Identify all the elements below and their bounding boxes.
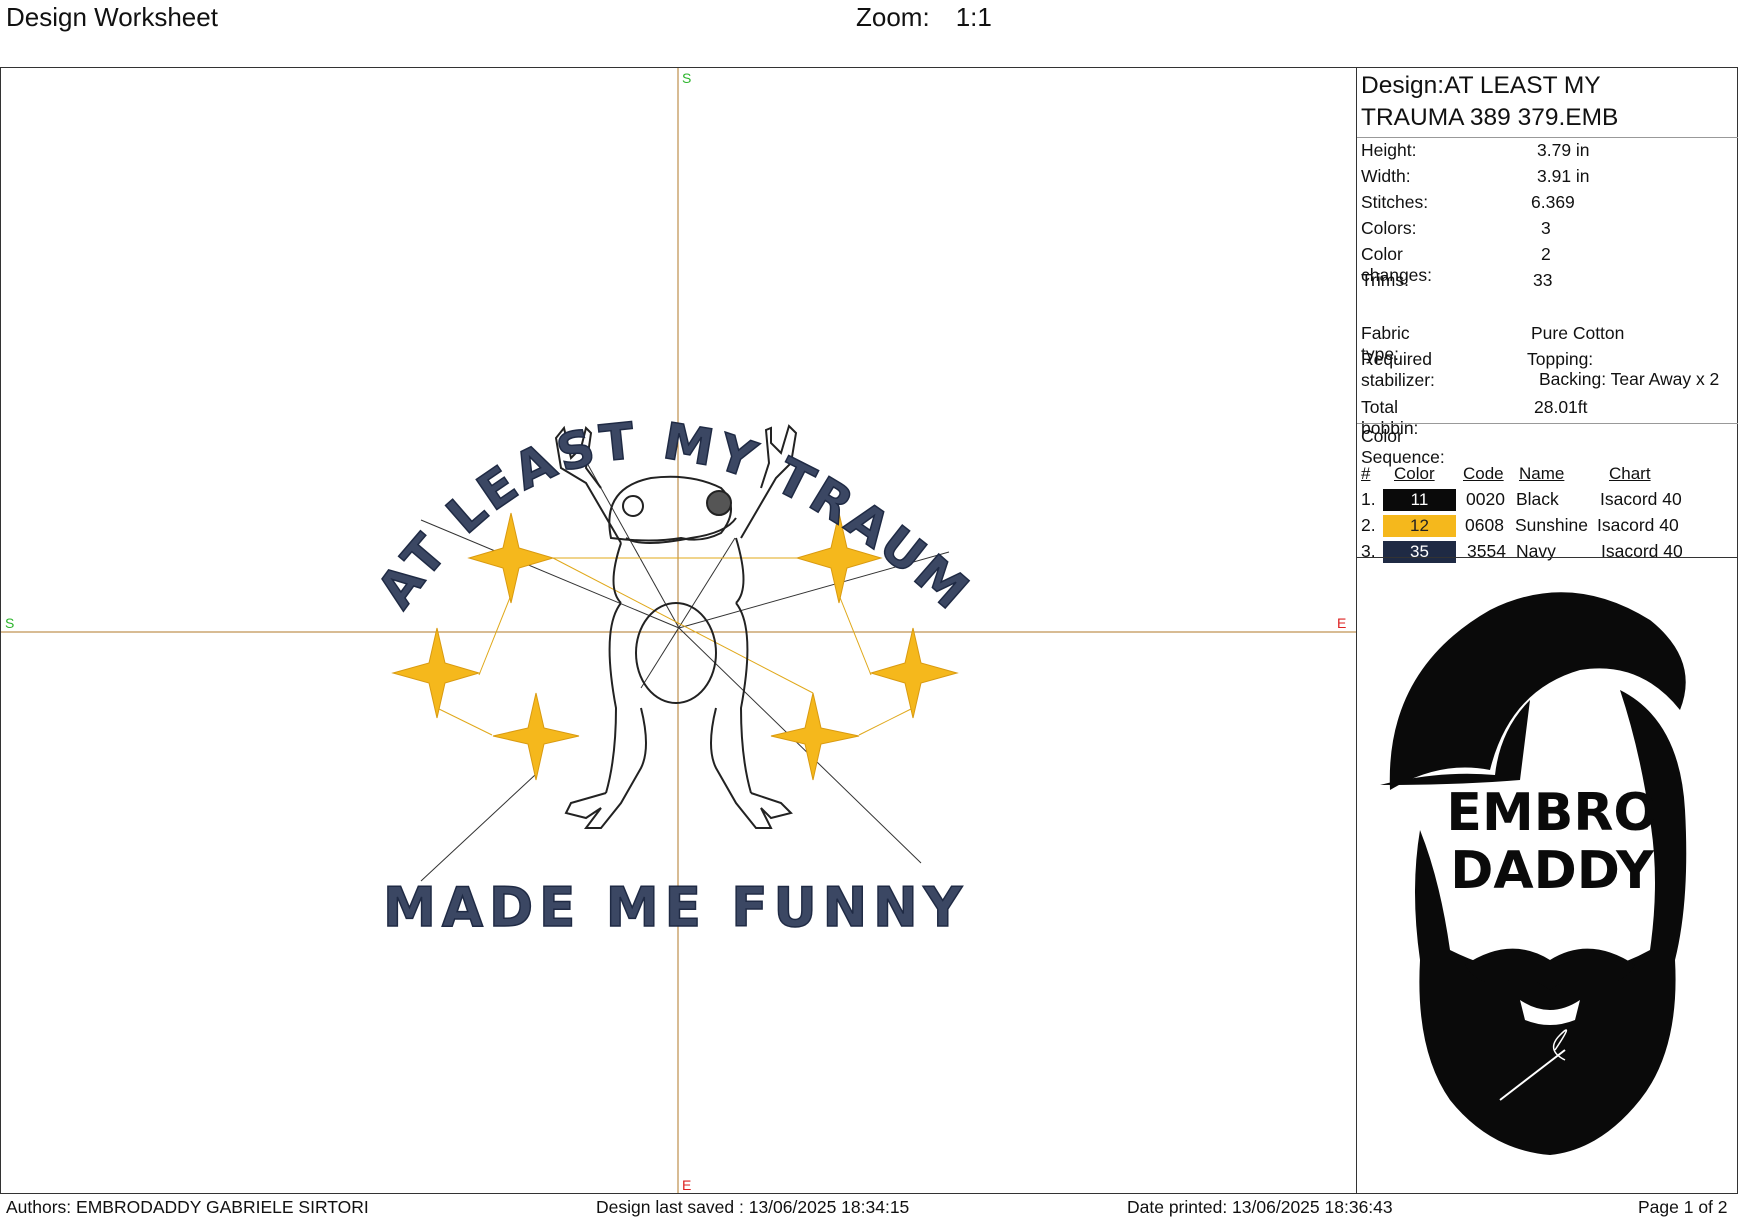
info-separator	[1357, 137, 1738, 138]
seq-code: 3554	[1467, 541, 1506, 561]
worksheet-title: Design Worksheet	[6, 2, 218, 32]
star-2	[391, 627, 481, 719]
seq-code: 0608	[1465, 515, 1504, 535]
seq-num: 2.	[1361, 515, 1376, 535]
zoom-value: 1:1	[955, 2, 992, 32]
col-color: Color	[1394, 464, 1435, 483]
axis-right-label: E	[1337, 615, 1346, 631]
design-text-bottom: MADE ME FUNNY	[383, 876, 968, 939]
seq-chart: Isacord 40	[1597, 515, 1679, 535]
zoom-label: Zoom:	[856, 2, 930, 32]
color-swatch: 11	[1383, 489, 1456, 511]
star-3	[492, 692, 580, 781]
zoom-indicator: Zoom: 1:1	[856, 2, 992, 33]
info-separator-2	[1357, 423, 1738, 424]
footer-printed: Date printed: 13/06/2025 18:36:43	[1127, 1197, 1393, 1217]
seq-num: 3.	[1361, 541, 1376, 561]
seq-name: Navy	[1516, 541, 1556, 561]
worksheet-header: Design Worksheet Zoom: 1:1	[0, 0, 1740, 66]
design-preview-svg: S S E E AT LEAST MY TRAUM MADE ME FUNNY	[1, 68, 1356, 1193]
footer-page: Page 1 of 2	[1638, 1197, 1728, 1217]
logo-line2: DADDY	[1450, 841, 1655, 901]
col-code: Code	[1463, 464, 1504, 483]
design-name-line1: Design:AT LEAST MY	[1361, 72, 1601, 99]
footer-saved: Design last saved : 13/06/2025 18:34:15	[596, 1197, 910, 1217]
seq-code: 0020	[1466, 489, 1505, 509]
seq-chart: Isacord 40	[1601, 541, 1683, 561]
design-name: Design:AT LEAST MY TRAUMA 389 379.EMB	[1361, 70, 1618, 134]
axis-bottom-label: E	[682, 1177, 691, 1193]
design-info-panel: Design:AT LEAST MY TRAUMA 389 379.EMB He…	[1357, 68, 1738, 563]
col-chart: Chart	[1609, 464, 1651, 483]
star-5	[869, 627, 959, 719]
info-separator-3	[1357, 557, 1738, 558]
bearded-man-icon: EMBRO DADDY	[1380, 592, 1687, 1155]
color-swatch: 35	[1383, 541, 1456, 563]
axis-top-label: S	[682, 70, 691, 86]
embrodaddy-logo: EMBRO DADDY	[1380, 580, 1710, 1155]
axis-left-label: S	[5, 615, 14, 631]
seq-name: Black	[1516, 489, 1559, 509]
footer-authors: Authors: EMBRODADDY GABRIELE SIRTORI	[6, 1197, 369, 1217]
design-canvas[interactable]: S S E E AT LEAST MY TRAUM MADE ME FUNNY	[1, 68, 1356, 1193]
col-name: Name	[1519, 464, 1565, 483]
color-swatch: 12	[1383, 515, 1456, 537]
seq-num: 1.	[1361, 489, 1376, 509]
design-name-line2: TRAUMA 389 379.EMB	[1361, 104, 1619, 131]
worksheet-footer: Authors: EMBRODADDY GABRIELE SIRTORI Des…	[0, 1195, 1740, 1219]
seq-name: Sunshine	[1515, 515, 1588, 535]
star-6	[770, 692, 860, 781]
logo-line1: EMBRO	[1446, 783, 1657, 843]
seq-chart: Isacord 40	[1600, 489, 1682, 509]
col-num: #	[1361, 464, 1371, 483]
